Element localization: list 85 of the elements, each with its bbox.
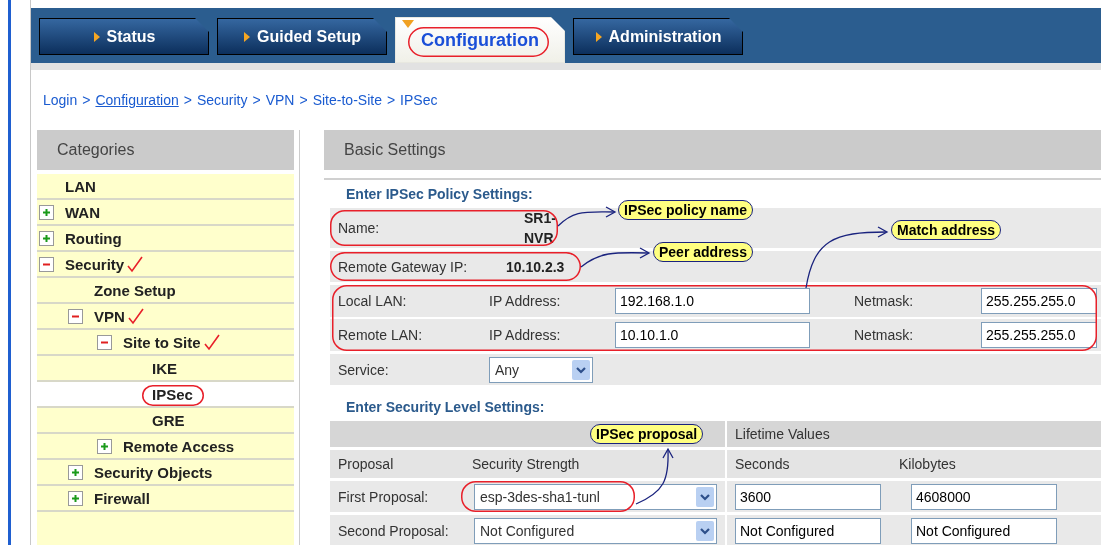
nav-tab[interactable]: Status	[39, 18, 209, 55]
section-title: Enter IPSec Policy Settings:	[345, 185, 534, 204]
breadcrumb-separator: >	[82, 92, 91, 108]
callout-label: IPSec proposal	[590, 424, 704, 444]
section-title: Enter Security Level Settings:	[345, 398, 546, 417]
kilobytes-field[interactable]: Not Configured	[911, 517, 1057, 544]
breadcrumb-link[interactable]: IPSec	[400, 92, 438, 108]
field-label: Netmask:	[854, 293, 915, 309]
column-heading: Proposal	[337, 455, 395, 474]
collapse-toggle[interactable]	[68, 308, 83, 324]
callout-label: IPSec policy name	[618, 200, 753, 220]
ip-address-field[interactable]: 10.10.1.0	[615, 322, 810, 348]
seconds-field[interactable]: Not Configured	[735, 517, 881, 544]
plus-icon	[100, 441, 109, 451]
callout-label: Peer address	[653, 242, 753, 262]
tree-item-label[interactable]: Zone Setup	[94, 281, 176, 299]
field-label: Name:	[338, 220, 381, 236]
tree-item-label[interactable]: Firewall	[94, 489, 150, 507]
seconds-field[interactable]: 3600	[735, 483, 881, 510]
plus-icon	[42, 233, 51, 243]
collapse-toggle[interactable]	[39, 256, 54, 272]
tree-row[interactable]: IPSec	[37, 382, 294, 408]
callout-arrow	[580, 247, 651, 268]
breadcrumb-link[interactable]: Login	[43, 92, 78, 108]
field-label: IP Address:	[489, 327, 562, 343]
column-heading: Security Strength	[471, 455, 581, 474]
service-select[interactable]: Any	[489, 356, 593, 383]
row-label: Second Proposal:	[337, 521, 450, 541]
breadcrumb-separator: >	[386, 92, 396, 108]
callout-arrow	[635, 447, 674, 505]
field-value: SR1-NVR	[523, 209, 557, 248]
caret-icon	[92, 30, 101, 43]
breadcrumb-separator: >	[183, 92, 192, 108]
plus-icon	[71, 493, 80, 503]
caret-icon	[594, 30, 603, 43]
field-label: Remote Gateway IP:	[338, 258, 469, 275]
tree-item-label[interactable]: VPN	[94, 307, 125, 325]
row-label: First Proposal:	[337, 487, 430, 507]
column-group-heading: Lifetime Values	[725, 421, 891, 447]
expand-toggle[interactable]	[68, 490, 83, 506]
netmask-field[interactable]: 255.255.255.0	[981, 322, 1097, 348]
expand-toggle[interactable]	[68, 464, 83, 480]
field-value: 10.10.2.3	[506, 258, 566, 275]
caret-icon	[243, 30, 251, 43]
field-label: Netmask:	[854, 327, 915, 343]
field-label: Remote LAN:	[338, 327, 424, 343]
plus-icon	[71, 467, 80, 477]
column-heading: Kilobytes	[898, 455, 957, 474]
field-label: Service:	[338, 361, 390, 378]
tree-item-label[interactable]: Security Objects	[94, 463, 213, 481]
breadcrumb-link[interactable]: Security	[196, 92, 248, 108]
nav-tab[interactable]: Administration	[573, 18, 743, 55]
triangle-icon	[402, 20, 414, 28]
expand-toggle[interactable]	[39, 230, 54, 246]
callout-label: Match address	[891, 220, 1002, 240]
callout-arrow	[557, 206, 617, 227]
panel-header: Basic Settings	[324, 130, 1101, 170]
tree-item-label[interactable]: Site to Site	[123, 333, 201, 351]
plus-icon	[42, 207, 51, 217]
breadcrumb-separator: >	[299, 92, 308, 108]
collapse-toggle[interactable]	[97, 334, 112, 350]
strength-select[interactable]: Not Configured	[474, 517, 717, 544]
tree-item-label[interactable]: Remote Access	[123, 437, 235, 455]
column-heading: Seconds	[725, 450, 891, 478]
strength-select[interactable]: esp-3des-sha1-tunl	[474, 483, 717, 510]
tree-item-label[interactable]: Security	[65, 255, 125, 273]
breadcrumb-link[interactable]: Configuration	[95, 92, 179, 108]
tree-item-label[interactable]: LAN	[65, 177, 96, 195]
tree-item-label[interactable]: WAN	[65, 203, 100, 221]
expand-toggle[interactable]	[39, 204, 54, 220]
nav-tab[interactable]: Guided Setup	[217, 18, 387, 55]
tree-item-label[interactable]: Routing	[65, 229, 122, 247]
expand-toggle[interactable]	[97, 438, 112, 454]
ip-address-field[interactable]: 192.168.1.0	[615, 288, 810, 314]
breadcrumb-link[interactable]: Site-to-Site	[312, 92, 382, 108]
breadcrumb-link[interactable]: VPN	[265, 92, 295, 108]
panel-header: Categories	[37, 130, 294, 170]
kilobytes-field[interactable]: 4608000	[911, 483, 1057, 510]
breadcrumb-separator: >	[252, 92, 261, 108]
tree-item-label[interactable]: IKE	[152, 359, 177, 377]
nav-tab[interactable]: Configuration	[395, 17, 565, 63]
field-label: IP Address:	[489, 293, 562, 309]
tree-item-label[interactable]: GRE	[152, 411, 185, 429]
field-label: Local LAN:	[338, 293, 408, 309]
netmask-field[interactable]: 255.255.255.0	[981, 288, 1097, 314]
